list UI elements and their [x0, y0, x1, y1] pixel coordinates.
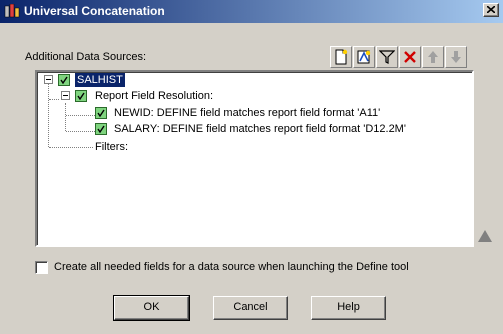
filter-icon [379, 50, 395, 64]
root-checkbox[interactable] [58, 74, 70, 86]
close-button[interactable] [483, 3, 499, 17]
tree-line [66, 115, 95, 116]
tree-line [48, 83, 49, 147]
collapse-root-toggle[interactable] [44, 75, 53, 84]
title-bar: Universal Concatenation [0, 0, 503, 23]
ok-button[interactable]: OK [113, 295, 190, 321]
filter-button[interactable] [376, 46, 398, 68]
collapse-resolution-toggle[interactable] [61, 91, 70, 100]
define-icon [357, 50, 371, 64]
move-up-icon [428, 51, 438, 63]
create-fields-label: Create all needed fields for a data sour… [54, 261, 409, 273]
delete-icon [404, 51, 416, 63]
close-icon [487, 6, 495, 13]
check-icon [97, 109, 105, 118]
move-down-button[interactable] [445, 46, 467, 68]
sources-label: Additional Data Sources: [25, 51, 147, 63]
tree-field-item[interactable]: SALARY: DEFINE field matches report fiel… [114, 122, 406, 136]
app-icon [4, 4, 20, 18]
field-checkbox[interactable] [95, 123, 107, 135]
tree-line [65, 103, 66, 131]
resolution-checkbox[interactable] [75, 90, 87, 102]
check-icon [77, 92, 85, 101]
tree-resolution-label[interactable]: Report Field Resolution: [95, 89, 213, 103]
field-checkbox[interactable] [95, 107, 107, 119]
tree-filters-label[interactable]: Filters: [95, 140, 128, 154]
tree-line [49, 99, 59, 100]
move-up-button[interactable] [422, 46, 444, 68]
tree-field-item[interactable]: NEWID: DEFINE field matches report field… [114, 106, 380, 120]
cancel-button[interactable]: Cancel [213, 296, 288, 320]
delete-button[interactable] [399, 46, 421, 68]
new-source-button[interactable] [330, 46, 352, 68]
define-button[interactable] [353, 46, 375, 68]
tree-line [49, 147, 93, 148]
tree-root-label[interactable]: SALHIST [75, 73, 125, 87]
new-source-icon [335, 49, 348, 65]
data-sources-tree[interactable]: SALHIST Report Field Resolution: NEWID: … [35, 70, 474, 247]
create-fields-checkbox[interactable] [35, 261, 48, 274]
scroll-up-icon[interactable] [477, 229, 493, 243]
check-icon [97, 125, 105, 134]
window-title: Universal Concatenation [24, 4, 165, 18]
tree-line [66, 131, 95, 132]
move-down-icon [451, 51, 461, 63]
help-button[interactable]: Help [311, 296, 386, 320]
check-icon [60, 76, 68, 85]
